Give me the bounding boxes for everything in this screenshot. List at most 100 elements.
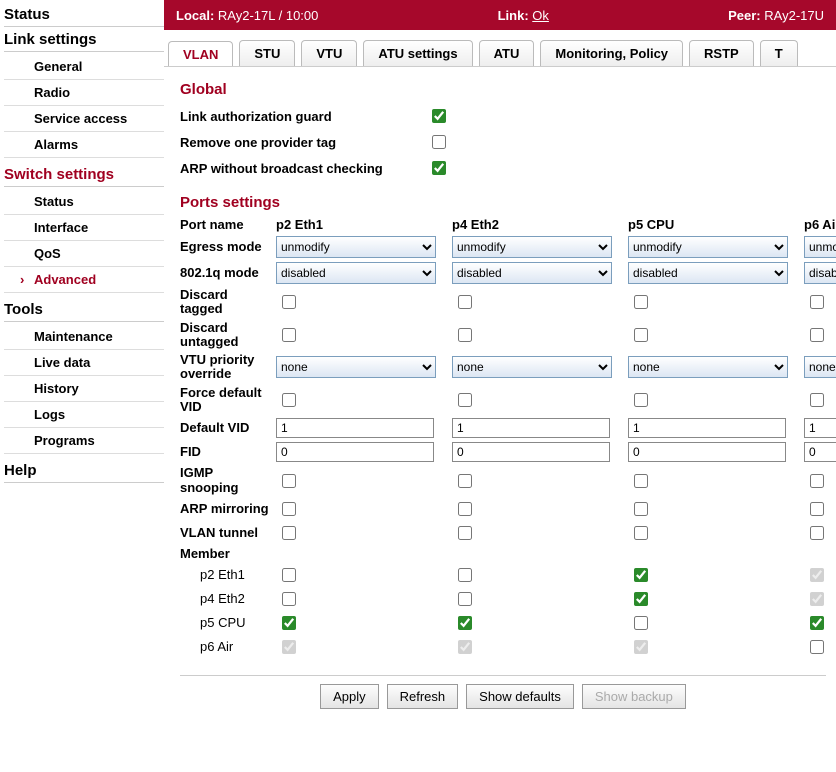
ports-check-14-3[interactable] (810, 616, 824, 630)
ports-check-14-1[interactable] (458, 616, 472, 630)
sidebar-item-advanced[interactable]: Advanced (4, 267, 164, 293)
sidebar-group-status[interactable]: Status (4, 4, 164, 27)
ports-select-4-2[interactable]: none (628, 356, 788, 378)
sidebar-item-status[interactable]: Status (4, 189, 164, 215)
ports-input-6-2[interactable] (628, 418, 786, 438)
ports-check-12-0[interactable] (282, 568, 296, 582)
ports-row-label-4: VTU priority override (180, 353, 270, 382)
sidebar-item-radio[interactable]: Radio (4, 80, 164, 106)
sidebar-group-switch-settings[interactable]: Switch settings (4, 164, 164, 187)
ports-check-2-2[interactable] (634, 295, 648, 309)
ports-check-13-3 (810, 592, 824, 606)
show-backup-button[interactable]: Show backup (582, 684, 686, 709)
ports-select-1-3[interactable]: disable (804, 262, 836, 284)
ports-input-6-1[interactable] (452, 418, 610, 438)
tab-vtu[interactable]: VTU (301, 40, 357, 66)
ports-select-1-1[interactable]: disabled (452, 262, 612, 284)
ports-select-4-0[interactable]: none (276, 356, 436, 378)
ports-header-col-1: p4 Eth2 (452, 217, 622, 232)
ports-check-10-0[interactable] (282, 526, 296, 540)
global-checkbox-1[interactable] (432, 135, 446, 149)
tab-monitoring-policy[interactable]: Monitoring, Policy (540, 40, 683, 66)
ports-row-label-8: IGMP snooping (180, 466, 270, 495)
sidebar-item-maintenance[interactable]: Maintenance (4, 324, 164, 350)
ports-check-8-3[interactable] (810, 474, 824, 488)
ports-check-8-0[interactable] (282, 474, 296, 488)
ports-select-4-3[interactable]: none (804, 356, 836, 378)
ports-select-4-1[interactable]: none (452, 356, 612, 378)
sidebar-item-alarms[interactable]: Alarms (4, 132, 164, 158)
sidebar-item-history[interactable]: History (4, 376, 164, 402)
tab-stu[interactable]: STU (239, 40, 295, 66)
ports-check-10-3[interactable] (810, 526, 824, 540)
ports-header-col-3: p6 Air (804, 217, 836, 232)
ports-input-7-0[interactable] (276, 442, 434, 462)
ports-check-10-1[interactable] (458, 526, 472, 540)
sidebar-item-interface[interactable]: Interface (4, 215, 164, 241)
ports-select-0-0[interactable]: unmodify (276, 236, 436, 258)
ports-header-col-0: p2 Eth1 (276, 217, 446, 232)
apply-button[interactable]: Apply (320, 684, 379, 709)
ports-check-3-1[interactable] (458, 328, 472, 342)
ports-input-6-3[interactable] (804, 418, 836, 438)
sidebar-group-help[interactable]: Help (4, 460, 164, 483)
tab-t[interactable]: T (760, 40, 798, 66)
tab-rstp[interactable]: RSTP (689, 40, 754, 66)
ports-select-1-0[interactable]: disabled (276, 262, 436, 284)
ports-check-3-2[interactable] (634, 328, 648, 342)
sidebar-item-general[interactable]: General (4, 54, 164, 80)
ports-check-9-1[interactable] (458, 502, 472, 516)
sidebar-group-tools[interactable]: Tools (4, 299, 164, 322)
ports-check-5-1[interactable] (458, 393, 472, 407)
ports-check-3-3[interactable] (810, 328, 824, 342)
sidebar-item-live-data[interactable]: Live data (4, 350, 164, 376)
sidebar-group-link-settings[interactable]: Link settings (4, 29, 164, 52)
sidebar-item-logs[interactable]: Logs (4, 402, 164, 428)
sidebar-item-programs[interactable]: Programs (4, 428, 164, 454)
ports-check-8-2[interactable] (634, 474, 648, 488)
ports-row-label-13: p4 Eth2 (180, 592, 270, 606)
global-checkbox-2[interactable] (432, 161, 446, 175)
ports-check-2-0[interactable] (282, 295, 296, 309)
ports-check-2-3[interactable] (810, 295, 824, 309)
ports-input-7-1[interactable] (452, 442, 610, 462)
ports-input-7-3[interactable] (804, 442, 836, 462)
tab-atu-settings[interactable]: ATU settings (363, 40, 472, 66)
ports-select-0-2[interactable]: unmodify (628, 236, 788, 258)
ports-check-5-3[interactable] (810, 393, 824, 407)
ports-check-14-0[interactable] (282, 616, 296, 630)
ports-row-label-3: Discard untagged (180, 321, 270, 350)
top-status-bar: Local: RAy2-17L / 10:00 Link: Ok Peer: R… (164, 0, 836, 30)
tab-atu[interactable]: ATU (479, 40, 535, 66)
ports-check-12-3 (810, 568, 824, 582)
ports-check-10-2[interactable] (634, 526, 648, 540)
global-checkbox-0[interactable] (432, 109, 446, 123)
ports-select-0-3[interactable]: unmod (804, 236, 836, 258)
topbar-local: Local: RAy2-17L / 10:00 (176, 8, 318, 23)
sidebar-item-service-access[interactable]: Service access (4, 106, 164, 132)
ports-check-3-0[interactable] (282, 328, 296, 342)
link-status-link[interactable]: Ok (532, 8, 549, 23)
ports-check-2-1[interactable] (458, 295, 472, 309)
ports-check-9-2[interactable] (634, 502, 648, 516)
ports-input-7-2[interactable] (628, 442, 786, 462)
ports-check-15-3[interactable] (810, 640, 824, 654)
ports-check-12-1[interactable] (458, 568, 472, 582)
ports-check-13-1[interactable] (458, 592, 472, 606)
ports-check-8-1[interactable] (458, 474, 472, 488)
show-defaults-button[interactable]: Show defaults (466, 684, 574, 709)
ports-check-12-2[interactable] (634, 568, 648, 582)
ports-check-5-0[interactable] (282, 393, 296, 407)
tab-vlan[interactable]: VLAN (168, 41, 233, 67)
ports-check-13-0[interactable] (282, 592, 296, 606)
ports-check-5-2[interactable] (634, 393, 648, 407)
refresh-button[interactable]: Refresh (387, 684, 459, 709)
ports-check-14-2[interactable] (634, 616, 648, 630)
ports-input-6-0[interactable] (276, 418, 434, 438)
ports-select-0-1[interactable]: unmodify (452, 236, 612, 258)
ports-check-9-0[interactable] (282, 502, 296, 516)
ports-check-9-3[interactable] (810, 502, 824, 516)
sidebar-item-qos[interactable]: QoS (4, 241, 164, 267)
ports-check-13-2[interactable] (634, 592, 648, 606)
ports-select-1-2[interactable]: disabled (628, 262, 788, 284)
